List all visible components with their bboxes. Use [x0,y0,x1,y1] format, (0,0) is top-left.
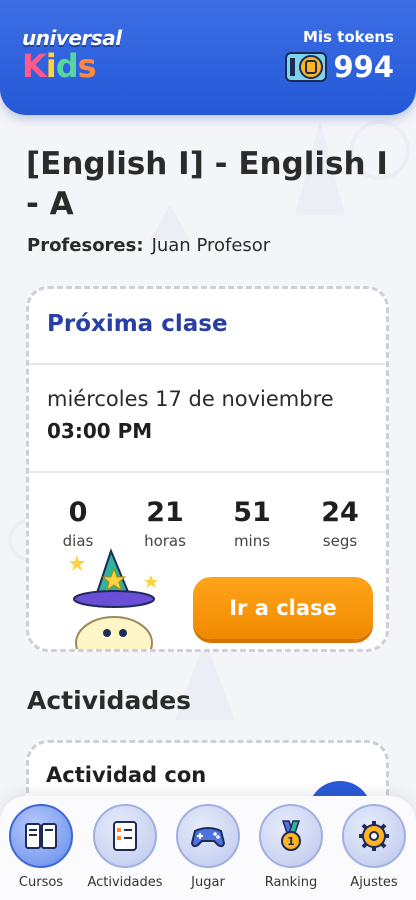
nav-item-jugar[interactable]: Jugar [168,804,248,890]
countdown-value: 24 [321,497,359,528]
gamepad-icon [190,827,226,848]
nav-item-circle [342,804,406,868]
gear-icon [359,821,389,851]
tokens-label: Mis tokens [302,28,394,46]
countdown-value: 21 [146,497,184,528]
teachers-value: Juan Profesor [151,235,271,256]
next-class-card: Próxima clase miércoles 17 de noviembre … [26,286,389,652]
countdown-secs: 24 segs [305,497,375,550]
nav-item-ranking[interactable]: 1 Ranking [251,804,331,890]
nav-label: Jugar [191,875,225,890]
countdown-value: 0 [68,497,88,528]
countdown-hours: 21 horas [130,497,200,550]
nav-item-circle: 1 [259,804,323,868]
universal-kids-logo[interactable]: universal Kids [22,26,122,90]
countdown-mins: 51 mins [217,497,287,550]
book-icon [25,823,57,849]
svg-text:1: 1 [287,835,295,848]
coin-ticket-icon [285,52,328,82]
nav-label: Ranking [264,875,318,890]
nav-item-circle [93,804,157,868]
nav-item-ajustes[interactable]: Ajustes [334,804,414,890]
next-class-datetime: miércoles 17 de noviembre 03:00 PM [29,365,386,473]
next-class-time: 03:00 PM [47,419,153,443]
teachers-line: Profesores: Juan Profesor [27,235,270,256]
countdown-label: segs [322,532,358,550]
tokens-value: 994 [333,50,394,84]
medal-icon: 1 [281,820,301,851]
app-header: universal Kids Mis tokens 994 [0,0,416,115]
next-class-title: Próxima clase [29,289,386,365]
countdown-days: 0 dias [43,497,113,550]
nav-label: Actividades [87,875,163,890]
nav-label: Cursos [18,875,64,890]
nav-item-circle [9,804,73,868]
tokens-counter[interactable]: 994 [285,50,394,84]
course-title: [English I] - English I - A [26,146,388,222]
bottom-nav: Cursos Actividades Jugar 1 Ranking Ajust… [0,796,416,900]
nav-label: Ajustes [350,875,398,890]
checklist-icon [113,821,137,851]
countdown-label: mins [233,532,271,550]
nav-item-actividades[interactable]: Actividades [85,804,165,890]
countdown-value: 51 [233,497,271,528]
teachers-label: Profesores: [27,235,144,256]
countdown: 0 dias 21 horas 51 mins 24 segs Ir a cla… [29,473,386,649]
wizard-mascot-icon [69,548,158,649]
activities-heading: Actividades [27,686,192,715]
logo-bottom-text: Kids [22,47,97,85]
join-class-button[interactable]: Ir a clase [193,577,373,639]
nav-item-cursos[interactable]: Cursos [1,804,81,890]
next-class-date: miércoles 17 de noviembre [47,387,334,411]
nav-item-circle [176,804,240,868]
